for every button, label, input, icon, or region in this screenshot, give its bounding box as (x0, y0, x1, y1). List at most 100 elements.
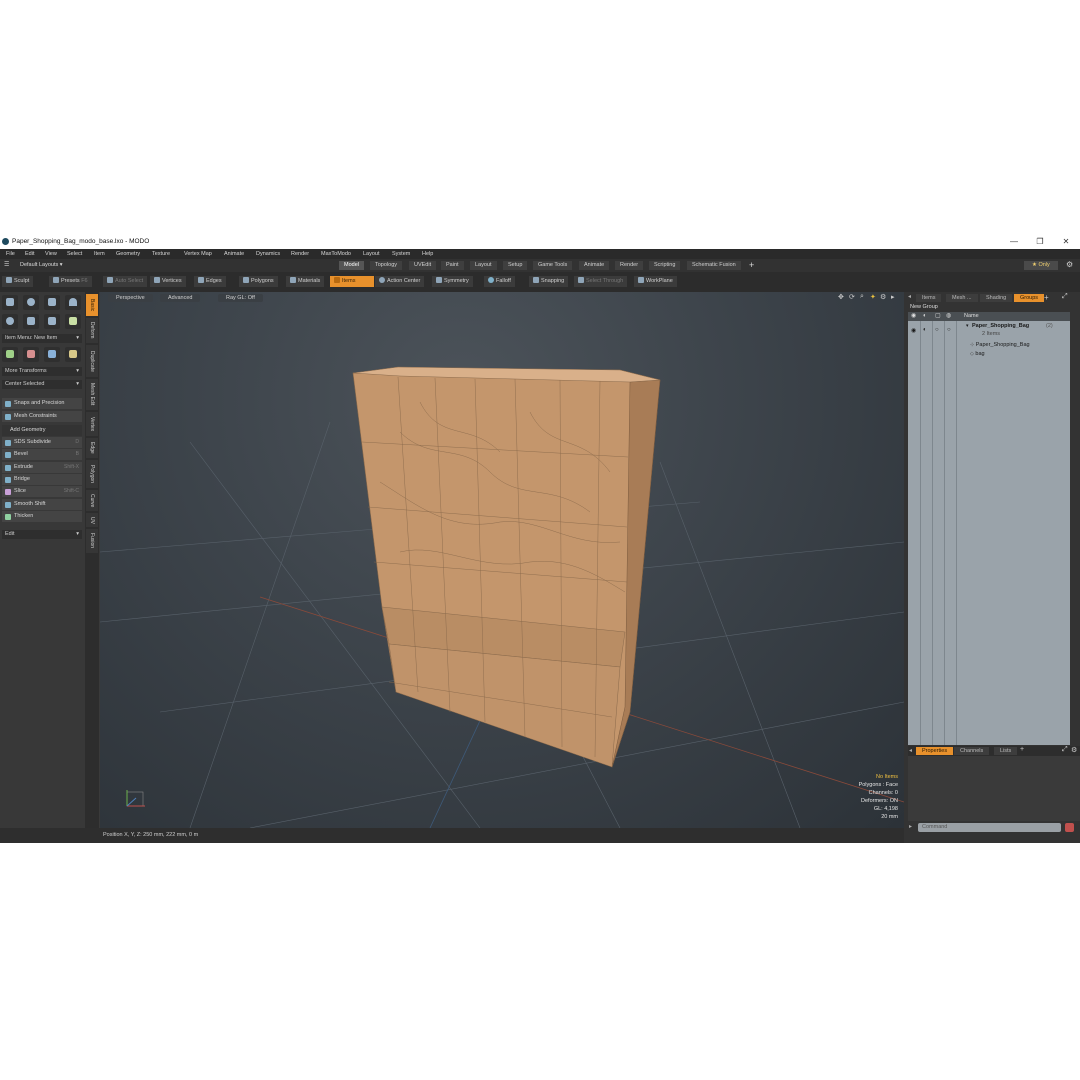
polygons-button[interactable]: Polygons (239, 276, 278, 287)
viewport-orbit-icon[interactable]: ⟳ (849, 293, 855, 301)
perspective-dropdown[interactable]: Perspective (108, 294, 153, 302)
viewport-nav-icon[interactable]: ✥ (838, 293, 844, 301)
action-center-button[interactable]: Action Center (375, 276, 425, 287)
vtab-duplicate[interactable]: Duplicate (86, 345, 98, 377)
command-expand-icon[interactable]: ▸ (909, 823, 912, 830)
only-toggle[interactable]: ★ Only (1024, 261, 1058, 270)
tab-animate[interactable]: Animate (579, 261, 610, 270)
restore-button[interactable]: ❐ (1032, 235, 1048, 249)
vtab-polygon[interactable]: Polygon (86, 460, 98, 488)
select-toggle-icon[interactable]: ○ (947, 327, 951, 333)
more-transforms-dropdown[interactable]: More Transforms ▾ (2, 367, 82, 376)
tab-model[interactable]: Model (339, 261, 364, 270)
menu-help[interactable]: Help (422, 249, 433, 259)
raygl-dropdown[interactable]: Ray GL: Off (218, 294, 263, 302)
sphere-icon[interactable] (23, 295, 39, 310)
tab-groups[interactable]: Groups (1014, 294, 1045, 302)
thicken-button[interactable]: Thicken (2, 511, 82, 522)
vertices-button[interactable]: Vertices (150, 276, 186, 287)
add-tab-button[interactable]: + (749, 260, 754, 270)
symmetry-button[interactable]: Symmetry (432, 276, 473, 287)
lock-toggle-icon[interactable]: ○ (935, 327, 939, 333)
menu-select[interactable]: Select (67, 249, 82, 259)
add-tab-icon[interactable]: + (1020, 746, 1024, 753)
default-layouts-dropdown[interactable]: Default Layouts ▾ (20, 261, 63, 270)
text-icon[interactable] (65, 314, 81, 329)
auto-select-button[interactable]: Auto Select (103, 276, 148, 287)
workplane-button[interactable]: WorkPlane (634, 276, 677, 287)
transform-icon[interactable] (65, 347, 81, 362)
wedge-icon[interactable] (44, 314, 60, 329)
cube-icon[interactable] (2, 295, 18, 310)
tree-item-paper-shopping-bag[interactable]: ⊹ Paper_Shopping_Bag (970, 342, 1030, 348)
capsule-icon[interactable] (23, 314, 39, 329)
minimize-button[interactable]: — (1006, 235, 1022, 249)
bevel-button[interactable]: Bevel B (2, 449, 82, 460)
menu-maxtomodo[interactable]: MaxToModo (321, 249, 351, 259)
tab-paint[interactable]: Paint (441, 261, 464, 270)
vtab-uv[interactable]: UV (86, 513, 98, 527)
extrude-button[interactable]: Extrude Shift-X (2, 462, 82, 473)
viewport-light-icon[interactable]: ✦ (870, 293, 876, 301)
tab-shading[interactable]: Shading (980, 294, 1013, 302)
vtab-vertex[interactable]: Vertex (86, 412, 98, 436)
bridge-button[interactable]: Bridge (2, 474, 82, 485)
scale-icon[interactable] (44, 347, 60, 362)
select-through-button[interactable]: Select Through (574, 276, 628, 287)
panel-collapse-icon[interactable]: ◂ (908, 293, 911, 300)
item-menu-dropdown[interactable]: Item Menu: New Item ▾ (2, 334, 82, 343)
items-button[interactable]: Items (330, 276, 374, 287)
vtab-fusion[interactable]: Fusion (86, 529, 98, 553)
tab-properties[interactable]: Properties (916, 747, 954, 755)
tab-render[interactable]: Render (615, 261, 644, 270)
menu-render[interactable]: Render (291, 249, 309, 259)
expand-icon[interactable]: ⤢ (1062, 746, 1068, 754)
add-tab-icon[interactable]: + (1044, 293, 1049, 302)
expand-arrow-icon[interactable]: ▾ (966, 323, 969, 329)
tab-channels[interactable]: Channels (954, 747, 990, 755)
tab-setup[interactable]: Setup (503, 261, 528, 270)
vtab-basic[interactable]: Basic (86, 294, 98, 316)
tab-schematic-fusion[interactable]: Schematic Fusion (687, 261, 741, 270)
menu-system[interactable]: System (392, 249, 410, 259)
panel-collapse-icon[interactable]: ◂ (909, 747, 912, 754)
edit-dropdown[interactable]: Edit ▾ (2, 530, 82, 539)
menu-view[interactable]: View (45, 249, 57, 259)
gear-icon[interactable]: ⚙ (1066, 260, 1073, 269)
materials-button[interactable]: Materials (286, 276, 325, 287)
vtab-curve[interactable]: Curve (86, 490, 98, 511)
menu-layout[interactable]: Layout (363, 249, 380, 259)
menu-edit[interactable]: Edit (25, 249, 34, 259)
new-group-button[interactable]: New Group (910, 304, 938, 310)
tab-game-tools[interactable]: Game Tools (533, 261, 573, 270)
settings-icon[interactable]: ⚙ (1071, 746, 1077, 754)
viewport-settings-icon[interactable]: ⚙ (880, 293, 886, 301)
snaps-and-precision-button[interactable]: Snaps and Precision (2, 398, 82, 409)
advanced-dropdown[interactable]: Advanced (160, 294, 201, 302)
snapping-button[interactable]: Snapping (529, 276, 569, 287)
vtab-deform[interactable]: Deform (86, 318, 98, 343)
menu-vertex-map[interactable]: Vertex Map (184, 249, 212, 259)
tab-scripting[interactable]: Scripting (649, 261, 681, 270)
smooth-shift-button[interactable]: Smooth Shift (2, 499, 82, 510)
viewport-expand-icon[interactable]: ▸ (891, 293, 895, 301)
tab-topology[interactable]: Topology (370, 261, 403, 270)
tab-uvedit[interactable]: UVEdit (409, 261, 437, 270)
visibility-eye-icon[interactable]: ◉ (911, 327, 916, 334)
sds-subdivide-button[interactable]: SDS Subdivide D (2, 437, 82, 448)
tab-mesh[interactable]: Mesh ... (946, 294, 978, 302)
menu-item[interactable]: Item (94, 249, 105, 259)
viewport-zoom-icon[interactable]: ⌕ (860, 293, 864, 301)
mesh-constraints-button[interactable]: Mesh Constraints (2, 411, 82, 422)
command-input[interactable]: Command (918, 823, 1061, 832)
falloff-button[interactable]: Falloff (484, 276, 515, 287)
torus-icon[interactable] (2, 314, 18, 329)
menu-animate[interactable]: Animate (224, 249, 244, 259)
cone-icon[interactable] (65, 295, 81, 310)
center-selected-dropdown[interactable]: Center Selected ▾ (2, 380, 82, 389)
vtab-mesh-edit[interactable]: Mesh Edit (86, 379, 98, 410)
menu-texture[interactable]: Texture (152, 249, 170, 259)
expand-icon[interactable]: ⤢ (1062, 293, 1068, 301)
command-history-icon[interactable] (1065, 823, 1074, 832)
presets-button[interactable]: Presets F6 (49, 276, 92, 287)
